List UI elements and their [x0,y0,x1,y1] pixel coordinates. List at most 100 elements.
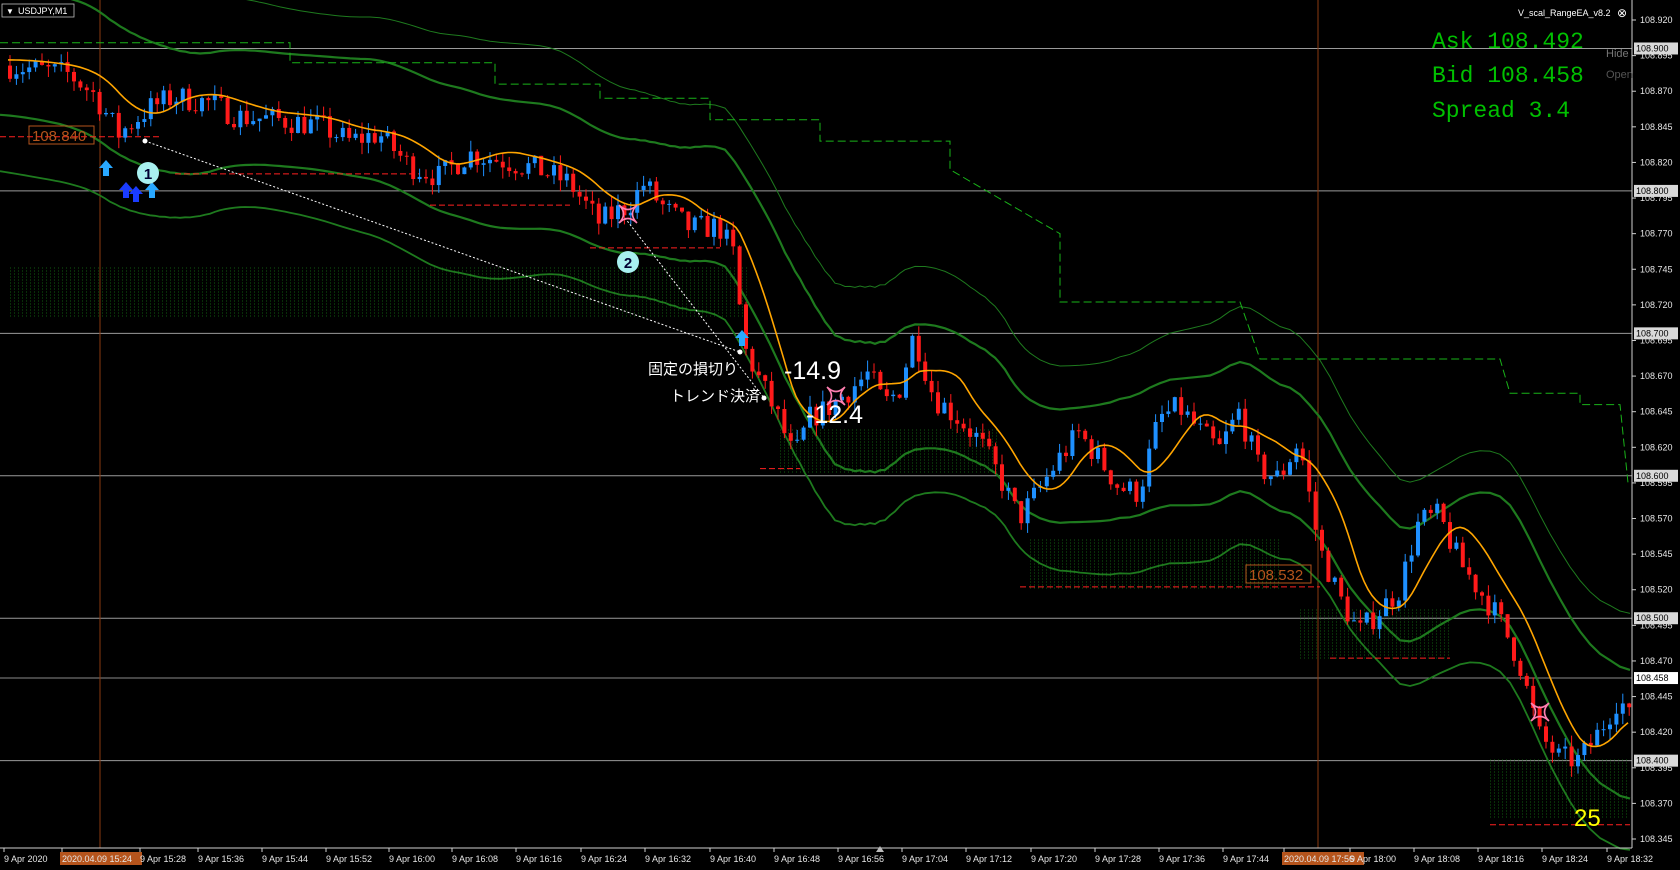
hide-button[interactable]: Hide [1606,48,1629,60]
price-chart[interactable]: 108.920108.895108.870108.845108.820108.7… [0,0,1680,870]
symbol-title-box[interactable]: ▼ USDJPY,M1 [1,3,75,18]
range-high-label: 108.840 [28,125,95,145]
candle-body [776,406,780,410]
candle-body [878,371,883,390]
candle-body [699,215,704,218]
price-level-label: 108.500 [1636,613,1669,623]
price-level-label: 108.700 [1636,328,1669,338]
candle-body [1160,413,1164,423]
candle-body [257,118,262,122]
candle-body [910,335,915,368]
time-tick-label: 2020.04.09 15:24 [62,854,132,864]
candle-body [14,74,19,79]
candle-body [232,123,236,128]
candle-body [1083,430,1088,440]
time-tick-label: 9 Apr 17:12 [966,854,1012,864]
candle-body [238,110,243,128]
price-tick-label: 108.520 [1640,585,1673,595]
candle-body [1134,481,1139,502]
candle-body [1505,614,1510,638]
pl-label-1: -14.9 [784,357,841,385]
candle-body [1582,742,1587,756]
dropdown-arrow-icon[interactable]: ▼ [6,7,14,16]
candle-body [328,116,332,138]
candle-body [731,229,736,247]
candle-body [750,348,755,372]
candle-body [1556,748,1561,753]
trade-point [761,395,767,401]
candle-body [1448,522,1452,549]
candle-body [475,151,480,165]
candle-body [155,98,160,105]
candle-body [302,116,307,134]
candle-body [481,163,486,165]
time-tick-label: 9 Apr 16:48 [774,854,820,864]
spread-quote: Spread 3.4 [1432,98,1570,124]
price-tick-label: 108.620 [1640,442,1673,452]
candle-body [660,200,665,205]
close-icon[interactable]: ⊗ [1617,6,1627,20]
candle-body [1326,550,1331,582]
candle-body [366,133,371,143]
candle-body [1224,431,1228,445]
candle-body [8,65,12,79]
candle-body [1275,470,1280,477]
price-tick-label: 108.370 [1640,798,1673,808]
candle-body [948,402,953,421]
candle-body [430,178,435,186]
price-tick-label: 108.570 [1640,514,1673,524]
candle-body [1460,542,1465,568]
candle-body [1345,596,1350,622]
candle-body [737,246,742,305]
trade-point [737,349,743,355]
candle-body [161,90,166,105]
candle-body [1211,426,1216,439]
open-button[interactable]: Open [1606,69,1633,81]
candle-body [212,95,217,101]
price-tick-label: 108.770 [1640,229,1673,239]
trade-number-marker-2: 2 [617,251,639,273]
candle-body [136,122,140,129]
candle-body [616,205,620,220]
price-tick-label: 108.470 [1640,656,1673,666]
candle-body [1288,462,1292,475]
candle-body [404,155,409,157]
candle-body [97,91,102,115]
candle-body [276,108,281,119]
price-tick-label: 108.845 [1640,122,1673,132]
price-level-label: 108.800 [1636,186,1669,196]
candle-body [1473,574,1478,593]
trade-number-marker-1: 1 [137,162,159,184]
pl-label-2: -12.4 [806,401,863,429]
candle-body [1403,561,1408,601]
candle-body [577,191,582,197]
candle-body [1435,503,1440,513]
candle-body [398,150,403,156]
time-tick-label: 9 Apr 16:16 [516,854,562,864]
candle-body [488,159,492,164]
candle-body [993,446,998,465]
candle-body [46,64,51,67]
candle-body [334,137,339,139]
candle-body [1467,567,1472,575]
candle-body [641,185,646,191]
candle-body [1236,408,1241,420]
candle-body [1422,509,1427,522]
time-tick-label: 9 Apr 16:24 [581,854,627,864]
candle-body [142,119,147,123]
candle-body [1006,487,1011,491]
candle-body [763,375,768,381]
price-tick-label: 108.420 [1640,727,1673,737]
candle-body [1454,542,1459,549]
candle-body [667,203,672,205]
candle-body [686,211,691,231]
candle-body [705,215,710,237]
candle-body [168,90,172,106]
candle-body [680,207,684,212]
time-tick-label: 9 Apr 18:08 [1414,854,1460,864]
candle-body [1371,612,1376,630]
candle-body [468,151,473,168]
candle-body [104,112,108,115]
mt4-chart-window[interactable]: 108.920 108.895 108.870 108.845 108.820 108.7… [0,0,1680,870]
candle-body [264,115,268,119]
